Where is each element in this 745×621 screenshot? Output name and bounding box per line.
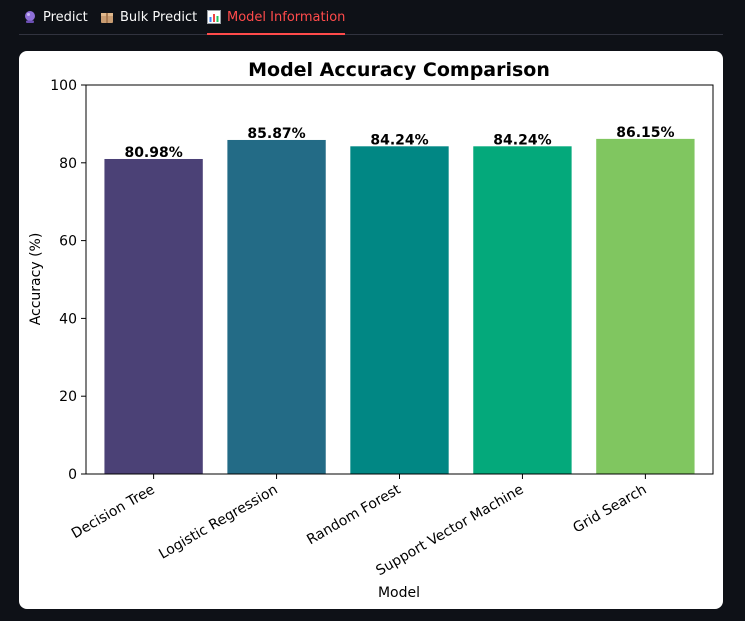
bar-grid-search — [596, 138, 695, 474]
y-tick-label: 60 — [59, 234, 77, 250]
bar-value-label: 80.98% — [124, 145, 182, 161]
bar-decision-tree — [104, 158, 203, 474]
tab-bar: Predict Bulk Predict Model Information — [19, 0, 723, 35]
bar-value-label: 84.24% — [493, 132, 551, 148]
y-tick-label: 40 — [59, 311, 77, 327]
x-tick-label: Decision Tree — [69, 482, 158, 542]
bar-value-label: 84.24% — [370, 132, 428, 148]
tab-model-information[interactable]: Model Information — [207, 0, 346, 35]
bar-support-vector-machine — [473, 146, 572, 474]
x-tick-label: Logistic Regression — [156, 482, 280, 563]
tab-bulk-predict-label: Bulk Predict — [120, 9, 198, 25]
x-axis-label: Model — [378, 585, 420, 601]
y-tick-label: 100 — [50, 78, 77, 94]
x-tick-label: Grid Search — [570, 482, 649, 537]
y-tick-label: 20 — [59, 389, 77, 405]
bar-value-label: 86.15% — [616, 125, 674, 141]
bar-random-forest — [350, 146, 449, 474]
tab-predict-label: Predict — [43, 9, 88, 25]
tab-predict[interactable]: Predict — [23, 0, 88, 34]
bar-chart-icon — [207, 10, 221, 24]
accuracy-bar-chart: Model Accuracy Comparison 0 20 40 60 80 100 8… — [28, 59, 714, 601]
y-axis-label: Accuracy (%) — [28, 233, 44, 326]
x-tick-label: Random Forest — [304, 481, 404, 548]
bar-logistic-regression — [227, 139, 326, 474]
y-tick-label: 0 — [68, 467, 77, 483]
y-tick-label: 80 — [59, 156, 77, 172]
bar-value-label: 85.87% — [247, 126, 305, 142]
chart-title: Model Accuracy Comparison — [248, 59, 550, 81]
tab-bulk-predict[interactable]: Bulk Predict — [100, 0, 197, 34]
tab-model-information-label: Model Information — [227, 9, 346, 25]
package-icon — [100, 10, 114, 24]
crystal-ball-icon — [23, 10, 37, 24]
chart-card: Model Accuracy Comparison 0 20 40 60 80 100 8… — [19, 51, 723, 609]
